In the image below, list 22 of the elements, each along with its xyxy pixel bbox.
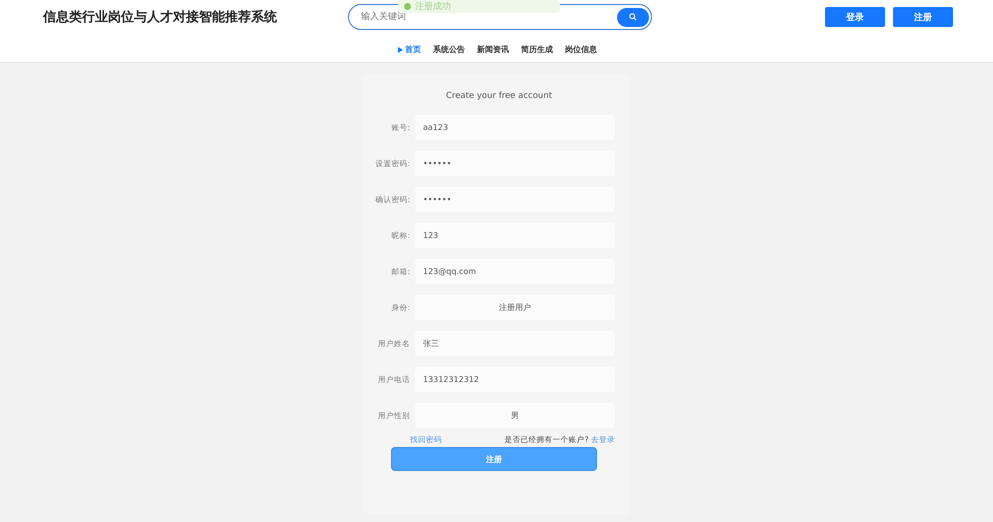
input-field[interactable]: •••••• — [415, 187, 615, 212]
input-field[interactable]: 张三 — [415, 331, 615, 356]
input-field[interactable]: aa123 — [415, 115, 615, 140]
nav-link[interactable]: 新闻资讯 — [477, 44, 509, 55]
input-field[interactable]: 13312312312 — [415, 367, 615, 392]
select-field[interactable]: 男 — [415, 403, 615, 428]
input-field[interactable]: 123 — [415, 223, 615, 248]
nav-link[interactable]: 简历生成 — [521, 44, 553, 55]
form-title: Create your free account — [444, 91, 554, 101]
search-icon — [629, 13, 637, 21]
nav-link[interactable]: 岗位信息 — [565, 44, 597, 55]
triangle-icon — [398, 46, 403, 52]
input-field[interactable]: •••••• — [415, 151, 615, 176]
nav-link[interactable]: 首页 — [398, 44, 421, 55]
input-field[interactable]: 123@qq.com — [415, 259, 615, 284]
login-button[interactable]: 登录 — [825, 7, 885, 27]
site-title: 信息类行业岗位与人才对接智能推荐系统 — [43, 8, 278, 26]
success-icon — [404, 3, 411, 10]
register-button[interactable]: 注册 — [893, 7, 953, 27]
search-button[interactable] — [617, 8, 649, 26]
nav-link[interactable]: 系统公告 — [433, 44, 465, 55]
select-field[interactable]: 注册用户 — [415, 295, 615, 320]
